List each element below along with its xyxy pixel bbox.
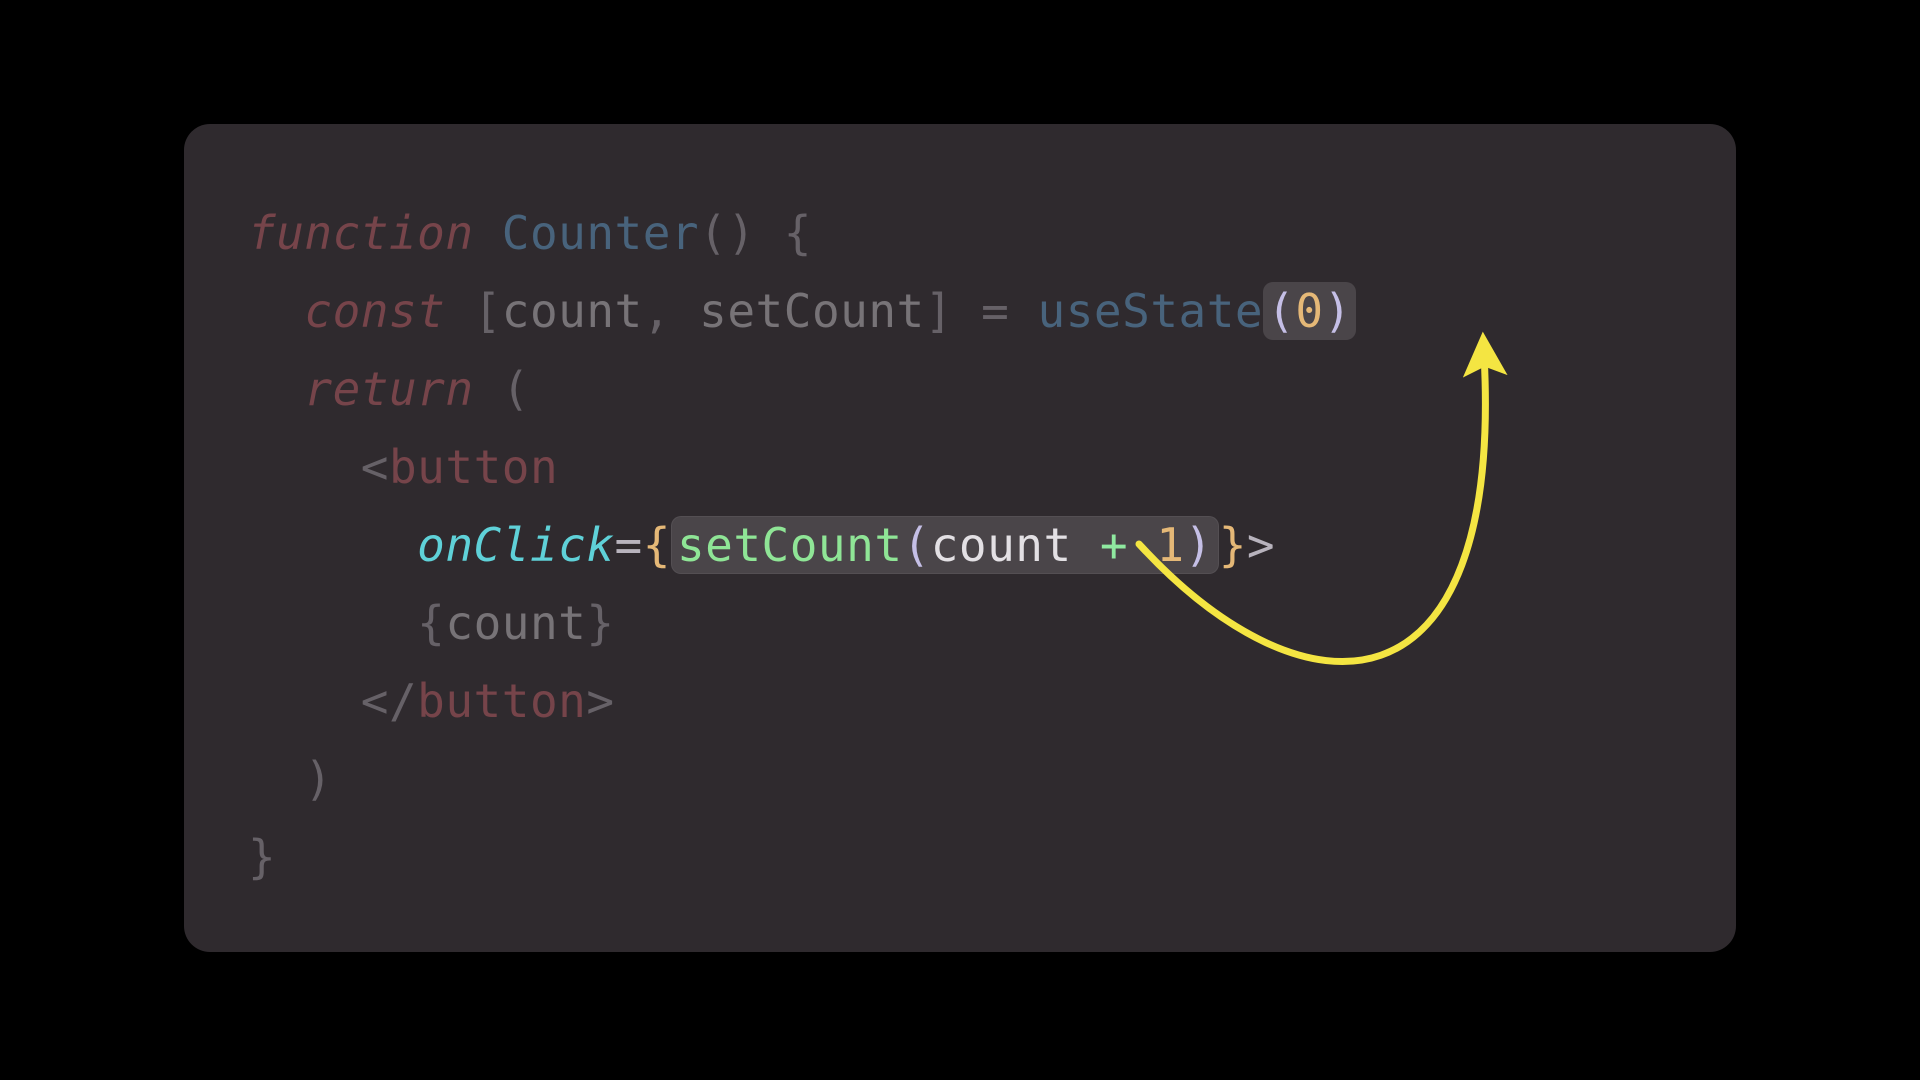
- id-count: count: [502, 284, 643, 338]
- code-block: function Counter() { const [count, setCo…: [248, 194, 1672, 896]
- fn-usestate: useState: [1038, 284, 1264, 338]
- stage: function Counter() { const [count, setCo…: [0, 0, 1920, 1080]
- jsx-brace-close: }: [1219, 518, 1247, 572]
- id-count: count: [445, 596, 586, 650]
- paren-open: (: [1267, 284, 1295, 338]
- tag-close-angle: >: [586, 674, 614, 728]
- keyword-return: return: [304, 362, 473, 416]
- equals: =: [981, 284, 1009, 338]
- tag-close-open: </: [361, 674, 417, 728]
- keyword-function: function: [248, 206, 474, 260]
- num-one: 1: [1156, 518, 1184, 572]
- tag-open: <: [361, 440, 389, 494]
- attr-onclick: onClick: [417, 518, 614, 572]
- id-count: count: [931, 518, 1072, 572]
- tag-button: button: [417, 674, 586, 728]
- paren-open: (: [903, 518, 931, 572]
- tag-close-angle: >: [1247, 518, 1275, 572]
- jsx-brace-close: }: [586, 596, 614, 650]
- bracket-open: [: [474, 284, 502, 338]
- bracket-close: ]: [925, 284, 953, 338]
- parens: (): [699, 206, 755, 260]
- component-name: Counter: [502, 206, 699, 260]
- paren-close: ): [1185, 518, 1213, 572]
- keyword-const: const: [304, 284, 445, 338]
- id-setcount: setCount: [699, 284, 925, 338]
- jsx-brace-open: {: [417, 596, 445, 650]
- paren-close: ): [304, 752, 332, 806]
- equals: =: [615, 518, 643, 572]
- paren-close: ): [1324, 284, 1352, 338]
- highlight-initial-state: (0): [1263, 282, 1356, 340]
- call-setcount: setCount: [677, 518, 903, 572]
- paren-open: (: [502, 362, 530, 416]
- brace-close: }: [248, 830, 276, 884]
- highlight-setcount-call: setCount(count + 1): [671, 516, 1219, 574]
- code-panel: function Counter() { const [count, setCo…: [184, 124, 1736, 952]
- op-plus: +: [1100, 518, 1128, 572]
- brace-open: {: [784, 206, 812, 260]
- comma: ,: [643, 284, 671, 338]
- tag-button: button: [389, 440, 558, 494]
- jsx-brace-open: {: [643, 518, 671, 572]
- num-zero: 0: [1295, 284, 1323, 338]
